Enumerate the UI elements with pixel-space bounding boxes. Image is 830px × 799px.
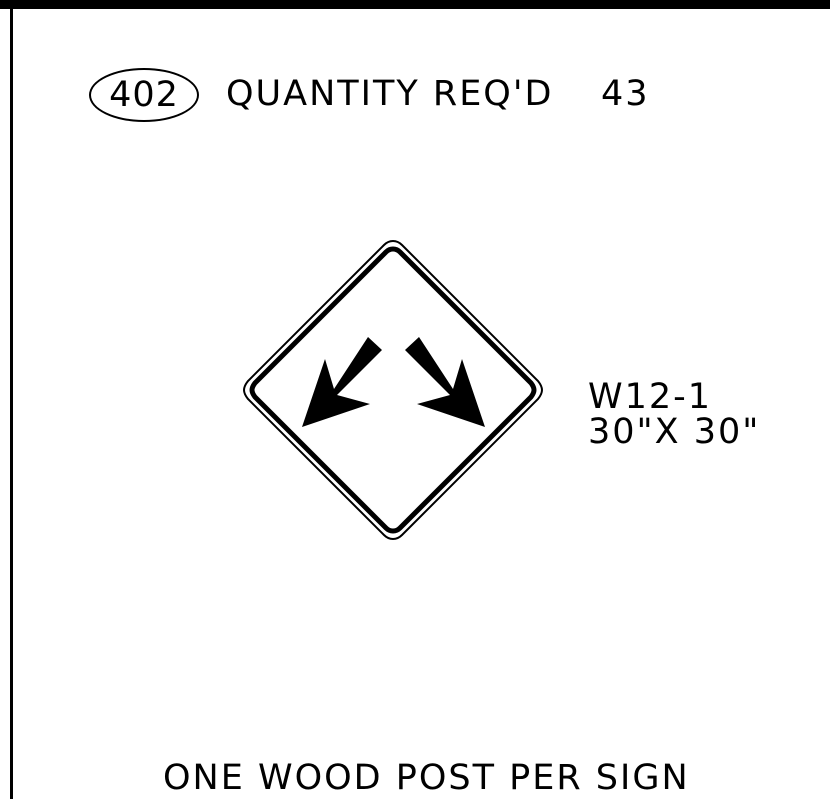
quantity-label: QUANTITY REQ'D	[226, 74, 554, 114]
sheet-top-border	[0, 0, 830, 9]
post-note: ONE WOOD POST PER SIGN	[163, 758, 690, 798]
item-number: 402	[109, 75, 179, 115]
quantity-value: 43	[601, 74, 650, 114]
sign-code: W12-1	[588, 377, 713, 417]
sign-size: 30"X 30"	[588, 412, 761, 452]
warning-sign-diamond	[242, 239, 544, 541]
item-number-oval: 402	[89, 68, 199, 122]
sheet-left-border	[10, 9, 13, 799]
sign-inner-border	[249, 246, 537, 534]
